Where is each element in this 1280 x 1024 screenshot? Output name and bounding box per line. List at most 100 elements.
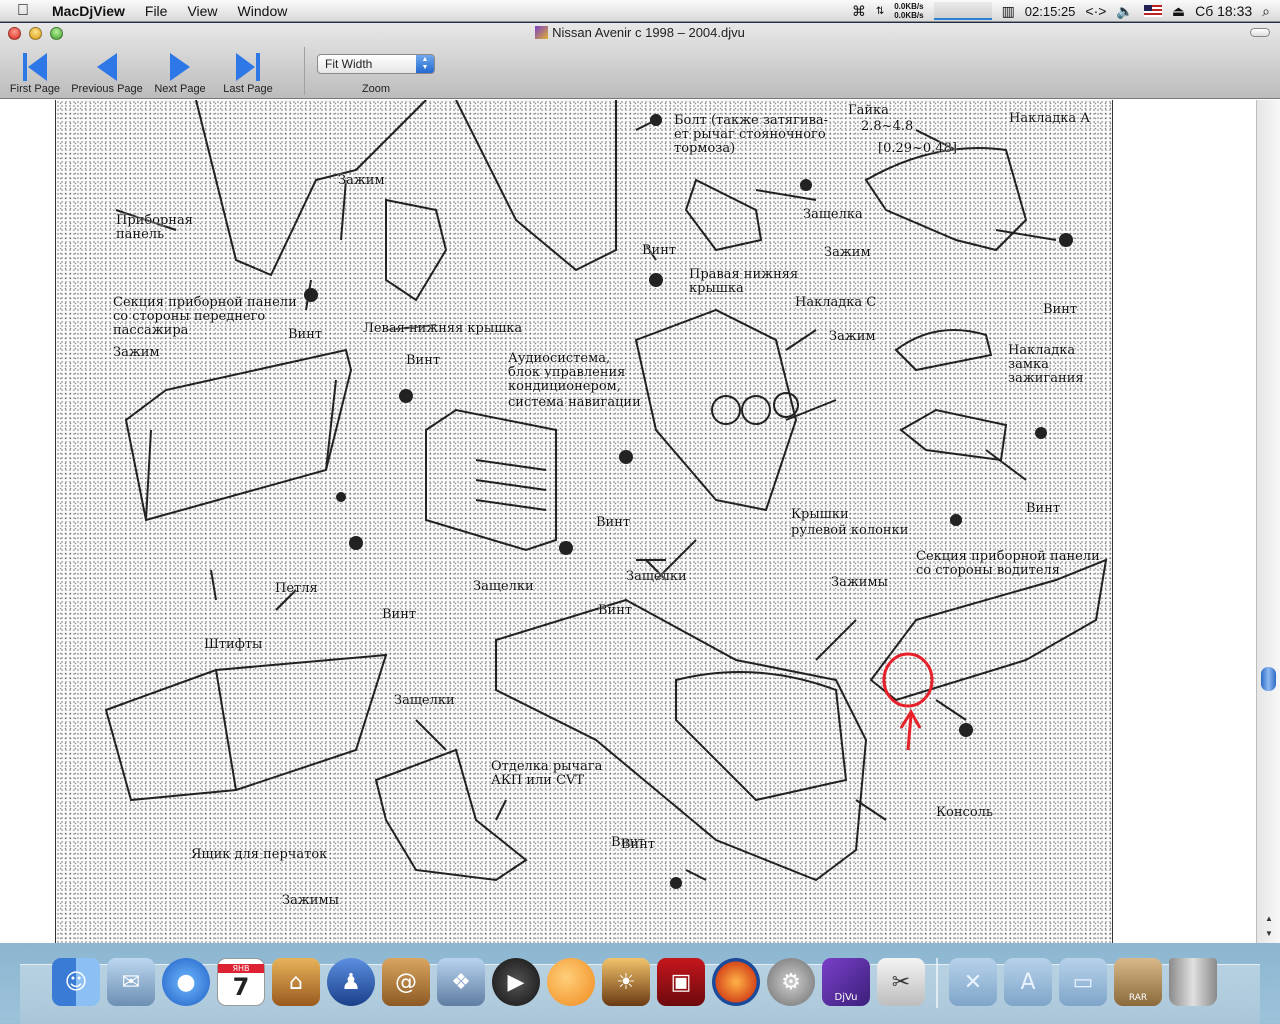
photo-booth-icon[interactable]: ▣ [657, 958, 705, 1006]
spotlight-icon[interactable]: ⌕ [1262, 3, 1270, 20]
uptime-clock: 02:15:25 [1024, 3, 1076, 19]
apple-menu-icon[interactable]:  [0, 2, 46, 20]
ical-day: 7 [232, 972, 250, 1001]
volume-icon[interactable]: 🔈 [1116, 3, 1133, 20]
rar-archive-icon[interactable]: RAR [1114, 958, 1162, 1006]
diagram-callout: Накладка С [795, 295, 877, 310]
command-icon[interactable]: ⌘ [852, 3, 866, 20]
djview-icon[interactable]: DjVu [822, 958, 870, 1006]
diagram-callout: Аудиосистема, [508, 351, 611, 366]
app-menu[interactable]: MacDjView [46, 3, 135, 19]
bucket-icon[interactable]: ⌂ [272, 958, 320, 1006]
photo-icon[interactable]: ❖ [437, 958, 485, 1006]
passenger-panel-shape [124, 348, 353, 522]
diagram-callout: Винт [1043, 302, 1078, 317]
title-bar[interactable]: Nissan Avenir с 1998 – 2004.djvu First P… [0, 23, 1280, 99]
diagram-callout: тормоза) [674, 141, 736, 156]
diagram-callout: Секция приборной панели [916, 549, 1100, 564]
diagram-callout: Зажимы [282, 893, 339, 908]
next-page-label: Next Page [154, 83, 206, 95]
address-book-icon[interactable]: @ [382, 958, 430, 1006]
djvu-page[interactable]: Гайка 2.8~4.8 [0.29~0.48] Болт (также затяг… [55, 100, 1113, 943]
diagram-callout: Крышки [791, 507, 849, 522]
toolbar-toggle-button[interactable] [1250, 28, 1270, 37]
diagram-callout: Консоль [936, 805, 993, 820]
previous-page-button[interactable]: Previous Page [70, 47, 144, 95]
toolbar: First Page Previous Page Next Page Last … [0, 47, 435, 97]
diagram-callout: Приборная [116, 213, 193, 228]
diagram-callout: кондиционером, [508, 379, 621, 394]
first-page-icon [19, 51, 51, 83]
diagram-callout: зажигания [1008, 371, 1084, 386]
ichat-icon[interactable]: ● [162, 958, 210, 1006]
diagram-callout: ет рычаг стояночного [674, 127, 826, 142]
scroll-down-arrow-icon[interactable]: ▼ [1257, 927, 1280, 941]
zoom-group: Fit Width ▲ ▼ Zoom [304, 47, 435, 95]
diagram-callout: Левая нижняя крышка [363, 321, 523, 336]
diagram-callout: Винт [642, 243, 677, 258]
diagram-callout: Гайка [848, 103, 889, 118]
orange-icon[interactable] [547, 958, 595, 1006]
last-page-button[interactable]: Last Page [216, 47, 280, 95]
finder-icon[interactable]: ☺ [52, 958, 100, 1006]
scroll-thumb[interactable] [1261, 667, 1276, 691]
rar-label: RAR [1128, 993, 1148, 1003]
eject-icon[interactable]: ⏏ [1172, 3, 1185, 20]
right-lower-cover-shape [684, 178, 763, 252]
ical-icon[interactable]: ЯНВ 7 [217, 958, 265, 1006]
diagram-callout: Защелка [803, 207, 863, 222]
diagram-callout: Болт (также затягива- [674, 113, 829, 128]
zoom-select-value: Fit Width [325, 57, 373, 71]
diagram-callout: крышка [689, 281, 744, 296]
previous-page-icon [93, 51, 121, 83]
diagram-callout: Винт [382, 607, 417, 622]
network-graph [933, 2, 992, 20]
next-page-button[interactable]: Next Page [144, 47, 216, 95]
diagram-callout: [0.29~0.48] [878, 141, 957, 156]
cover-a-shape [864, 147, 1028, 252]
applications-folder-icon[interactable]: ✕ [949, 958, 997, 1006]
diagram-callout: Накладка А [1009, 111, 1091, 126]
code-icon[interactable]: <·> [1085, 3, 1106, 19]
utilities-folder-icon[interactable]: A [1004, 958, 1052, 1006]
battery-icon[interactable]: ▥ [1002, 3, 1015, 20]
diagram-callout: 2.8~4.8 [861, 119, 914, 134]
diagram-callout: Петля [275, 581, 318, 596]
vertical-scrollbar[interactable]: ▲ ▼ [1256, 100, 1280, 943]
updown-icon[interactable]: ⇅ [876, 6, 884, 17]
menu-window[interactable]: Window [228, 0, 298, 22]
us-flag-icon[interactable] [1143, 5, 1162, 17]
djview-icon-label: DjVu [834, 992, 858, 1003]
net-up: 0.0KB/s [894, 2, 924, 11]
center-bracket-shape [455, 100, 617, 272]
window-title-text: Nissan Avenir с 1998 – 2004.djvu [552, 25, 745, 40]
next-page-icon [166, 51, 194, 83]
trash-icon[interactable] [1169, 958, 1217, 1006]
diagram-callout: панель [116, 227, 165, 242]
diagram-callout: Правая нижняя [689, 267, 799, 282]
dvd-player-icon[interactable]: ▶ [492, 958, 540, 1006]
diagram-callout: со стороны переднего [113, 309, 266, 324]
diagram-callout: Винт [621, 837, 656, 852]
menubar-clock[interactable]: Сб 18:33 [1195, 3, 1252, 19]
firefox-icon[interactable] [712, 958, 760, 1006]
net-down: 0.0KB/s [894, 11, 924, 20]
iphoto-icon[interactable]: ☀ [602, 958, 650, 1006]
documents-folder-icon[interactable]: ▭ [1059, 958, 1107, 1006]
scroll-up-arrow-icon[interactable]: ▲ [1257, 912, 1280, 926]
document-view[interactable]: Гайка 2.8~4.8 [0.29~0.48] Болт (также затяг… [0, 100, 1256, 943]
last-page-icon [232, 51, 264, 83]
zoom-select[interactable]: Fit Width ▲ ▼ [317, 54, 435, 74]
menu-file[interactable]: File [135, 0, 178, 22]
dock-items: ☺ ✉ ● ЯНВ 7 ⌂ ♟ @ ❖ ▶ ☀ ▣ ⚙ DjVu ✂ ✕ A ▭… [52, 958, 1217, 1008]
diagram-callout: Винт [598, 603, 633, 618]
diagram-callout: Штифты [204, 637, 263, 652]
first-page-button[interactable]: First Page [0, 47, 70, 95]
driver-panel-shape [869, 558, 1108, 702]
gnome-icon[interactable]: ♟ [327, 958, 375, 1006]
diagram-callout: рулевой колонки [791, 523, 909, 538]
mail-icon[interactable]: ✉ [107, 958, 155, 1006]
preview-icon[interactable]: ✂ [877, 958, 925, 1006]
menu-view[interactable]: View [177, 0, 227, 22]
system-preferences-icon[interactable]: ⚙ [767, 958, 815, 1006]
